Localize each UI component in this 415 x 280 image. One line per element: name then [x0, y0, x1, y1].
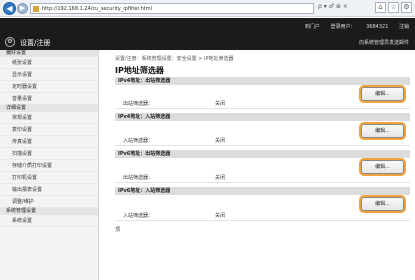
app-title: 设置/注册 [20, 39, 51, 47]
edit-button[interactable]: 编辑... [361, 160, 404, 174]
browser-toolbar: ◀ ▶ http://192.168.1.24/cu_security_ipfi… [0, 0, 415, 17]
edit-button[interactable]: 编辑... [361, 197, 404, 211]
gear-icon[interactable]: ⚙ [401, 2, 412, 13]
row-divider [115, 108, 410, 109]
page-title: IP地址筛选器 [115, 66, 164, 75]
address-bar[interactable]: http://192.168.1.24/cu_security_ipfilter… [30, 3, 314, 14]
sidebar-item-timer[interactable]: 定时器设置 [0, 81, 98, 93]
row-divider [115, 145, 410, 146]
filter-label: 出站筛选器： [123, 175, 154, 181]
favorites-icon[interactable]: ☆ [388, 2, 399, 13]
sidebar-item-display[interactable]: 显示设置 [0, 69, 98, 81]
row-divider [115, 220, 410, 221]
product-id: 3684321 [366, 24, 389, 30]
edit-button[interactable]: 编辑... [361, 87, 404, 101]
address-text[interactable]: http://192.168.1.24/cu_security_ipfilter… [42, 5, 152, 13]
sidebar-item-copy[interactable]: 复印设置 [0, 124, 98, 136]
home-icon[interactable]: ⌂ [375, 2, 386, 13]
sidebar-item-media-print[interactable]: 存储介质打印设置 [0, 160, 98, 172]
back-icon[interactable]: ◀ [3, 2, 16, 15]
filter-value: 关闭 [215, 138, 226, 144]
row-divider [115, 182, 410, 183]
sidebar: 偏好设置 纸张设置 显示设置 定时器设置 音量设置 详细设置 常规设置 复印设置… [0, 50, 99, 280]
address-tools[interactable]: ρ ▾ ♂ ⊕ × [318, 3, 348, 10]
login-user-label: 登录用户： [330, 24, 356, 30]
logout-link[interactable]: 注销 [399, 24, 409, 30]
filter-value: 关闭 [215, 101, 226, 107]
edit-button[interactable]: 编辑... [361, 124, 404, 138]
section-header: IPv6地址：入站筛选器 [115, 187, 410, 195]
header-user-area: 到门户 登录用户： 3684321 注销 [296, 23, 409, 30]
breadcrumb: 设置/注册：系统管理设置：安全设置 > IP地址筛选器 [115, 56, 234, 62]
forward-icon[interactable]: ▶ [17, 3, 28, 14]
sidebar-item-scan[interactable]: 扫描设置 [0, 148, 98, 160]
filter-label: 入站筛选器： [123, 138, 154, 144]
app-header: 到门户 登录用户： 3684321 注销 ⚙ 设置/注册 向系统管理员发送邮件 [0, 18, 415, 50]
filter-label: 出站筛选器： [123, 101, 154, 107]
page-icon [33, 6, 39, 12]
section-header: IPv4地址：入站筛选器 [115, 113, 410, 121]
main-content: 设置/注册：系统管理设置：安全设置 > IP地址筛选器 IP地址筛选器 IPv4… [100, 50, 415, 280]
sidebar-section-title: 系统管理设置 [0, 208, 98, 215]
sidebar-item-system[interactable]: 系统设置 [0, 215, 98, 227]
browser-window-buttons: ⌂ ☆ ⚙ [373, 2, 412, 13]
sidebar-item-volume[interactable]: 音量设置 [0, 93, 98, 105]
sidebar-item-general[interactable]: 常规设置 [0, 112, 98, 124]
sidebar-item-paper[interactable]: 纸张设置 [0, 57, 98, 69]
mail-admin-link[interactable]: 向系统管理员发送邮件 [359, 39, 409, 46]
sidebar-section-title: 偏好设置 [0, 50, 98, 57]
sidebar-item-fax[interactable]: 传真设置 [0, 136, 98, 148]
filter-label: 入站筛选器： [123, 213, 154, 219]
back-to-top-link[interactable]: 顶 [115, 226, 120, 233]
section-header: IPv6地址：出站筛选器 [115, 150, 410, 158]
top-page-link[interactable]: 到门户 [305, 24, 320, 30]
section-header: IPv4地址：出站筛选器 [115, 77, 410, 85]
settings-gear-icon: ⚙ [5, 37, 15, 47]
sidebar-item-adjust[interactable]: 调整/维护 [0, 196, 98, 208]
sidebar-section-title: 详细设置 [0, 105, 98, 112]
sidebar-item-printer[interactable]: 打印机设置 [0, 172, 98, 184]
filter-value: 关闭 [215, 175, 226, 181]
sidebar-item-report[interactable]: 输出报表设置 [0, 184, 98, 196]
filter-value: 关闭 [215, 213, 226, 219]
